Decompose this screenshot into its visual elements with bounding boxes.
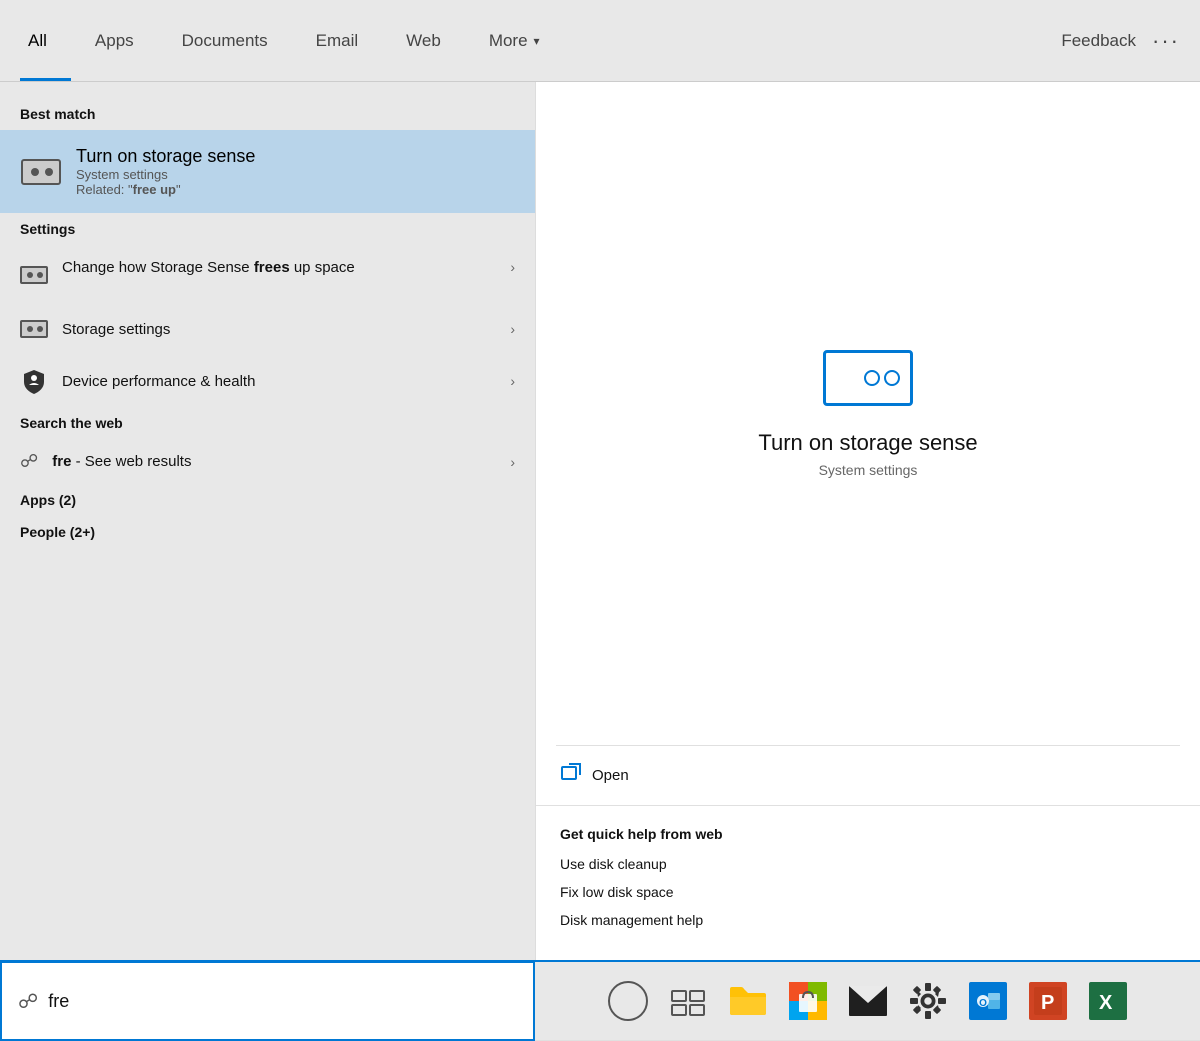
storage-sense-icon bbox=[20, 151, 62, 193]
cortana-icon bbox=[608, 981, 648, 1021]
open-icon bbox=[560, 762, 582, 789]
tab-email[interactable]: Email bbox=[292, 0, 383, 81]
svg-text:P: P bbox=[1041, 992, 1054, 1014]
tab-all-label: All bbox=[28, 31, 47, 51]
search-query-rest: - See web results bbox=[71, 453, 191, 470]
category-people[interactable]: People (2+) bbox=[0, 516, 535, 548]
mail-icon bbox=[848, 985, 888, 1017]
cortana-button[interactable] bbox=[602, 975, 654, 1027]
web-search-icon: ☍ bbox=[20, 451, 38, 472]
more-options-button[interactable]: ··· bbox=[1152, 28, 1180, 54]
nav-tabs: All Apps Documents Email Web More ▾ bbox=[20, 0, 564, 81]
search-query-bold: fre bbox=[52, 453, 71, 470]
chevron-right-icon-4: › bbox=[510, 454, 515, 470]
tab-documents[interactable]: Documents bbox=[158, 0, 292, 81]
nav-right: Feedback ··· bbox=[1061, 28, 1180, 54]
settings-button[interactable] bbox=[902, 975, 954, 1027]
storage-sense-change-icon bbox=[20, 261, 48, 289]
settings-section-title: Settings bbox=[0, 213, 535, 245]
store-icon bbox=[789, 982, 827, 1020]
powerpoint-button[interactable]: P bbox=[1022, 975, 1074, 1027]
search-input-value: fre bbox=[48, 991, 69, 1012]
outlook-icon: O bbox=[969, 982, 1007, 1020]
settings-item-storage-text: Storage settings bbox=[62, 321, 496, 338]
settings-item-storage-sense-text: Change how Storage Sense frees up space bbox=[62, 259, 496, 276]
tab-documents-label: Documents bbox=[182, 31, 268, 51]
gear-icon bbox=[910, 983, 946, 1019]
settings-item-storage[interactable]: Storage settings › bbox=[0, 303, 535, 355]
best-match-item-title: Turn on storage sense bbox=[76, 146, 255, 167]
web-help-link-1[interactable]: Use disk cleanup bbox=[560, 856, 1176, 872]
web-help-title: Get quick help from web bbox=[560, 826, 1176, 842]
feedback-button[interactable]: Feedback bbox=[1061, 31, 1136, 51]
tab-apps[interactable]: Apps bbox=[71, 0, 158, 81]
best-match-item-subtitle: System settings bbox=[76, 167, 255, 182]
search-web-text: fre - See web results bbox=[52, 453, 496, 470]
open-button[interactable]: Open bbox=[560, 762, 1176, 789]
chevron-down-icon: ▾ bbox=[534, 34, 540, 48]
right-panel: Turn on storage sense System settings Op… bbox=[535, 82, 1200, 960]
top-nav: All Apps Documents Email Web More ▾ Feed… bbox=[0, 0, 1200, 82]
chevron-right-icon: › bbox=[510, 259, 515, 275]
task-view-button[interactable] bbox=[662, 975, 714, 1027]
best-match-title: Best match bbox=[0, 98, 535, 130]
search-web-item[interactable]: ☍ fre - See web results › bbox=[0, 439, 535, 484]
best-match-item[interactable]: Turn on storage sense System settings Re… bbox=[0, 130, 535, 213]
best-match-related: Related: "free up" bbox=[76, 182, 255, 197]
store-button[interactable] bbox=[782, 975, 834, 1027]
tab-more[interactable]: More ▾ bbox=[465, 0, 564, 81]
taskbar: ☍ fre bbox=[0, 960, 1200, 1040]
storage-icon bbox=[20, 315, 48, 343]
shield-icon bbox=[20, 367, 48, 395]
tab-apps-label: Apps bbox=[95, 31, 134, 51]
excel-button[interactable]: X bbox=[1082, 975, 1134, 1027]
search-web-title: Search the web bbox=[0, 407, 535, 439]
web-help-link-2[interactable]: Fix low disk space bbox=[560, 884, 1176, 900]
chevron-right-icon-2: › bbox=[510, 321, 515, 337]
settings-item-device-health-text: Device performance & health bbox=[62, 373, 496, 390]
outlook-button[interactable]: O bbox=[962, 975, 1014, 1027]
file-explorer-button[interactable] bbox=[722, 975, 774, 1027]
right-panel-title: Turn on storage sense bbox=[758, 430, 977, 456]
tab-web-label: Web bbox=[406, 31, 441, 51]
right-actions: Open bbox=[536, 746, 1200, 806]
settings-item-device-health[interactable]: Device performance & health › bbox=[0, 355, 535, 407]
right-top: Turn on storage sense System settings bbox=[536, 82, 1200, 745]
tab-email-label: Email bbox=[316, 31, 359, 51]
tab-web[interactable]: Web bbox=[382, 0, 465, 81]
tab-all[interactable]: All bbox=[20, 0, 71, 81]
folder-icon bbox=[728, 983, 768, 1019]
tab-more-label: More bbox=[489, 31, 528, 51]
search-box[interactable]: ☍ fre bbox=[0, 961, 535, 1041]
powerpoint-icon: P bbox=[1029, 982, 1067, 1020]
web-help-link-3[interactable]: Disk management help bbox=[560, 912, 1176, 928]
settings-item-storage-sense-change[interactable]: Change how Storage Sense frees up space … bbox=[0, 245, 535, 303]
svg-text:O: O bbox=[979, 998, 987, 1009]
main-content: Best match Turn on storage sense System … bbox=[0, 82, 1200, 960]
chevron-right-icon-3: › bbox=[510, 373, 515, 389]
svg-text:X: X bbox=[1099, 992, 1113, 1014]
taskbar-icons: O P X bbox=[535, 975, 1200, 1027]
right-web-help: Get quick help from web Use disk cleanup… bbox=[536, 806, 1200, 960]
left-panel: Best match Turn on storage sense System … bbox=[0, 82, 535, 960]
excel-icon: X bbox=[1089, 982, 1127, 1020]
mail-button[interactable] bbox=[842, 975, 894, 1027]
open-label: Open bbox=[592, 767, 629, 784]
category-apps[interactable]: Apps (2) bbox=[0, 484, 535, 516]
best-match-text: Turn on storage sense System settings Re… bbox=[76, 146, 255, 197]
big-storage-icon bbox=[823, 350, 913, 406]
taskbar-search-icon: ☍ bbox=[18, 989, 38, 1014]
right-panel-subtitle: System settings bbox=[819, 462, 918, 478]
task-view-icon bbox=[670, 983, 706, 1019]
